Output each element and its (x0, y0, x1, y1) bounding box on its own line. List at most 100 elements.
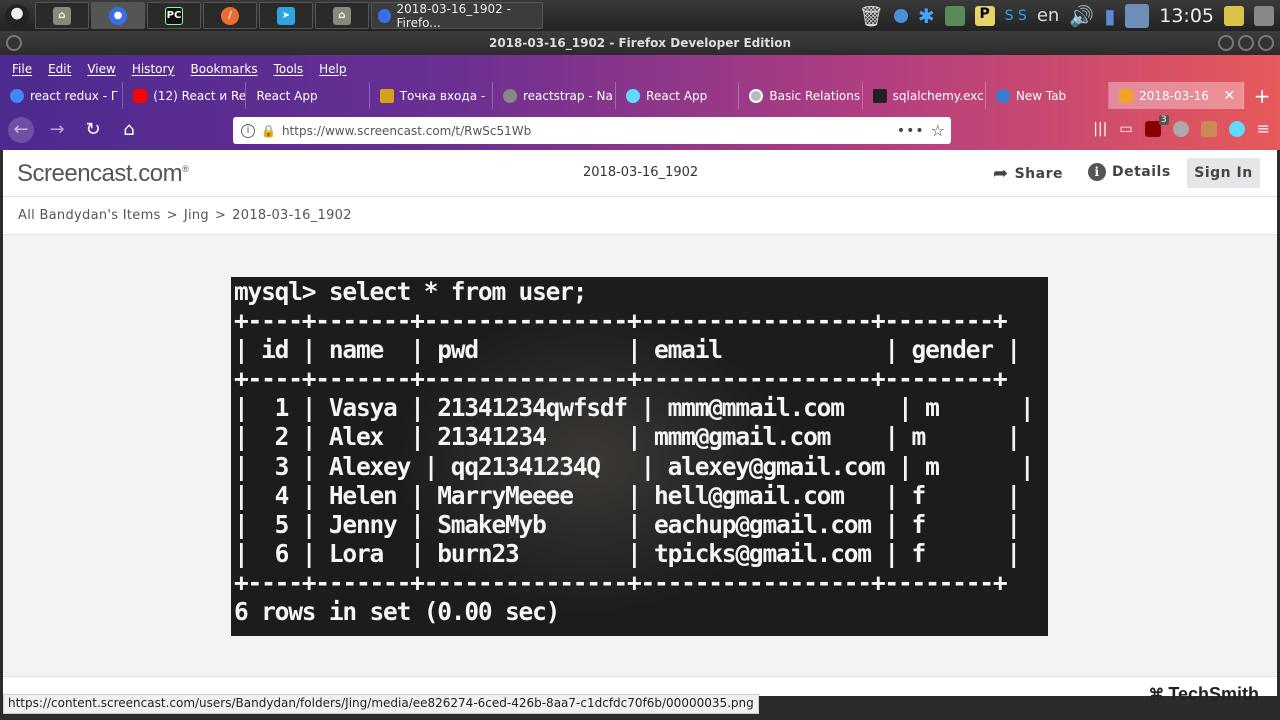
details-button[interactable]: i Details (1088, 163, 1171, 181)
user-switch-icon[interactable] (1254, 5, 1274, 26)
volume-icon[interactable]: 🔊 (1069, 4, 1094, 28)
tab-reactstrap[interactable]: reactstrap - Na (493, 82, 617, 109)
sqlalchemy-icon (749, 88, 764, 103)
sidebar-icon[interactable]: ▭ (1119, 121, 1132, 137)
clock[interactable]: 13:05 (1159, 5, 1214, 27)
reload-button[interactable]: ↻ (80, 117, 106, 143)
techsmith-mark-icon: ⌘ (1148, 686, 1165, 704)
breadcrumb-jing[interactable]: Jing (184, 208, 209, 223)
forward-button[interactable]: → (44, 117, 70, 143)
media-title: 2018-03-16_1902 (583, 165, 699, 180)
table-row: | 1 | Vasya | 21341234qwfsdf | mmm@mmail… (234, 393, 1035, 423)
files-launcher-button[interactable]: ⌂ (315, 2, 369, 29)
tab-entry-point[interactable]: Точка входа - (370, 82, 493, 109)
react-devtools-icon[interactable] (1228, 120, 1245, 137)
media-screenshot[interactable]: mysql> select * from user; +----+-------+… (231, 277, 1048, 636)
tab-react-redux[interactable]: react redux - Г (0, 82, 124, 109)
google-icon (10, 88, 24, 103)
breadcrumb-separator: > (166, 208, 178, 223)
tab-label: React App (256, 88, 318, 103)
table-border: +----+-------+---------------+----------… (234, 567, 1008, 597)
menu-help[interactable]: Help (311, 62, 354, 76)
tab-sqlalchemy-exc[interactable]: sqlalchemy.exc (863, 82, 986, 109)
cors-icon[interactable] (1200, 120, 1217, 137)
sign-in-button[interactable]: Sign In (1187, 158, 1260, 188)
menu-tools[interactable]: Tools (266, 62, 312, 76)
home-button[interactable]: ⌂ (116, 117, 142, 143)
hamburger-menu-icon[interactable]: ≡ (1257, 119, 1270, 138)
breadcrumb-separator: > (214, 208, 227, 223)
window-close-button[interactable] (1258, 35, 1274, 51)
bluetooth-icon[interactable]: ✱ (918, 4, 935, 28)
home-icon: ⌂ (53, 6, 71, 25)
postman-icon: / (221, 6, 239, 25)
tab-react-app-2[interactable]: React App (616, 82, 740, 109)
bookmark-star-icon[interactable]: ☆ (931, 121, 945, 140)
tab-active-screencast[interactable]: 2018-03-16 ✕ (1109, 82, 1245, 109)
back-button[interactable]: ← (8, 116, 34, 143)
tab-new-tab[interactable]: New Tab (986, 82, 1110, 109)
tab-label: reactstrap - Na (522, 88, 613, 103)
postman-launcher-button[interactable]: / (203, 2, 257, 29)
taskbar-window-firefox[interactable]: 2018-03-16_1902 - Firefo... (371, 1, 543, 30)
screencast-logo[interactable]: Screencast.com® (17, 160, 189, 188)
share-button[interactable]: ➦ Share (993, 163, 1063, 184)
trash-icon[interactable]: 🗑 (858, 4, 883, 28)
info-icon[interactable]: i (241, 123, 255, 138)
tab-label: (12) React и Re (153, 88, 247, 103)
tab-react-app-1[interactable]: React App (246, 82, 370, 109)
window-bottom-edge (0, 714, 1280, 720)
book-icon (379, 88, 394, 103)
breadcrumb-all-items[interactable]: All Bandydan's Items (18, 208, 161, 223)
table-row: | 4 | Helen | MarryMeeee | hell@gmail.co… (234, 480, 1021, 510)
table-border: +----+-------+---------------+----------… (234, 306, 1008, 336)
browser-chrome: File Edit View History Bookmarks Tools H… (0, 55, 1280, 150)
screenshot-tool-icon[interactable] (944, 5, 965, 26)
skype-icon[interactable]: S S (1005, 8, 1027, 24)
window-minimize-button[interactable] (1218, 35, 1234, 51)
firefox-launcher-button[interactable]: ● (91, 2, 145, 29)
ublock-icon[interactable]: 3 (1144, 114, 1169, 137)
extension-icon[interactable] (1172, 120, 1189, 137)
app-menu-button[interactable] (1, 2, 33, 29)
calendar-icon[interactable] (1224, 5, 1244, 26)
signal-icon[interactable]: ▮ (1104, 4, 1115, 28)
taskbar-window-label: 2018-03-16_1902 - Firefo... (396, 1, 511, 30)
table-row: | 5 | Jenny | SmakeMyb | eachup@gmail.co… (234, 509, 1021, 539)
toolbar-icons: ||| ▭ 3 ≡ (1093, 114, 1270, 138)
menu-edit[interactable]: Edit (40, 62, 79, 76)
url-text[interactable]: https://www.screencast.com/t/RwSc51Wb (282, 124, 531, 138)
page-footer: ⌘ TechSmith (3, 676, 1277, 704)
home-folder-button[interactable]: ⌂ (35, 2, 89, 29)
ublock-badge: 3 (1158, 114, 1169, 125)
menu-history[interactable]: History (124, 62, 183, 76)
tab-basic-relations[interactable]: Basic Relations (739, 82, 863, 109)
clipboard-icon[interactable]: P (974, 5, 995, 26)
menu-bookmarks[interactable]: Bookmarks (183, 62, 266, 76)
url-bar[interactable]: i 🔒 https://www.screencast.com/t/RwSc51W… (233, 117, 951, 144)
window-menu-button[interactable] (6, 35, 22, 51)
keyboard-layout-indicator[interactable]: en (1037, 5, 1059, 26)
page-content: Screencast.com® 2018-03-16_1902 ➦ Share … (3, 150, 1277, 704)
window-maximize-button[interactable] (1238, 35, 1254, 51)
telegram-launcher-button[interactable]: ➤ (259, 2, 313, 29)
close-tab-icon[interactable]: ✕ (1224, 88, 1236, 104)
terminal-command: mysql> select * from user; (234, 277, 588, 306)
battery-icon[interactable] (1125, 3, 1150, 28)
breadcrumb-current: 2018-03-16_1902 (232, 208, 352, 223)
firefox-icon: ● (109, 6, 127, 25)
techsmith-logo[interactable]: ⌘ TechSmith (1148, 684, 1259, 705)
network-manager-icon[interactable] (893, 8, 908, 23)
menu-file[interactable]: File (4, 62, 40, 76)
pycharm-launcher-button[interactable]: PC (147, 2, 201, 29)
info-icon: i (1088, 163, 1106, 181)
techsmith-label: TechSmith (1168, 684, 1259, 704)
table-row: | 2 | Alex | 21341234 | mmm@gmail.com | … (234, 422, 1021, 452)
library-icon[interactable]: ||| (1093, 121, 1107, 137)
reactstrap-icon (502, 88, 517, 103)
new-tab-button[interactable]: + (1244, 82, 1280, 109)
menu-view[interactable]: View (79, 62, 123, 76)
tab-youtube[interactable]: (12) React и Re (123, 82, 247, 109)
logo-text: Screencast.com (17, 160, 183, 187)
page-actions-icon[interactable]: ••• (897, 123, 925, 139)
